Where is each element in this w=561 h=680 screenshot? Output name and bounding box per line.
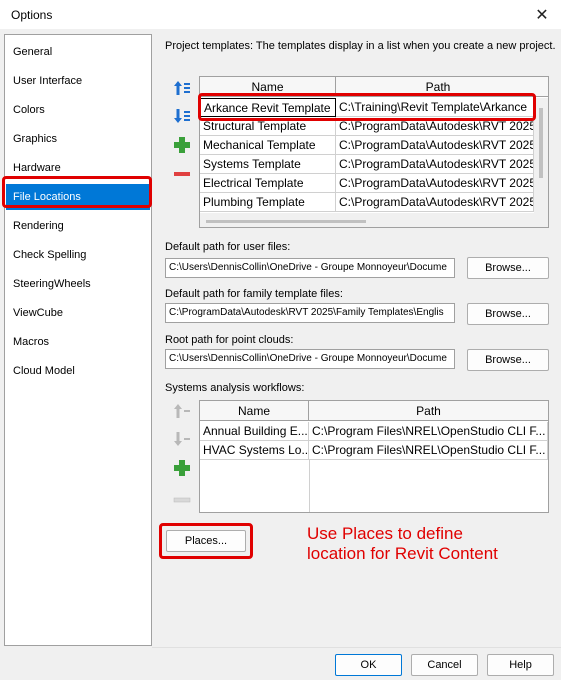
template-path[interactable]: C:\ProgramData\Autodesk\RVT 2025 xyxy=(336,174,534,193)
workflow-name[interactable]: Annual Building E... xyxy=(200,422,309,441)
add-icon[interactable] xyxy=(172,135,192,155)
template-path[interactable]: C:\ProgramData\Autodesk\RVT 2025 xyxy=(336,136,534,155)
table-row[interactable]: Arkance Revit Template C:\Training\Revit… xyxy=(200,98,548,117)
browse-point-clouds-button[interactable]: Browse... xyxy=(467,349,549,371)
table-row[interactable]: Electrical Template C:\ProgramData\Autod… xyxy=(200,174,548,193)
table-header: Name Path xyxy=(200,401,548,421)
remove-icon[interactable] xyxy=(172,164,192,184)
browse-user-files-button[interactable]: Browse... xyxy=(467,257,549,279)
scrollbar-thumb[interactable] xyxy=(539,108,543,178)
analysis-workflows-label: Systems analysis workflows: xyxy=(165,382,305,394)
sidebar-item-macros[interactable]: Macros xyxy=(6,329,150,355)
footer-divider xyxy=(152,647,561,648)
column-header-name[interactable]: Name xyxy=(200,401,309,421)
template-name[interactable]: Arkance Revit Template xyxy=(200,98,336,117)
ok-button[interactable]: OK xyxy=(335,654,402,676)
sidebar-item-user-interface[interactable]: User Interface xyxy=(6,68,150,94)
sidebar-item-general[interactable]: General xyxy=(6,39,150,65)
template-name[interactable]: Structural Template xyxy=(200,117,336,136)
sidebar-item-rendering[interactable]: Rendering xyxy=(6,213,150,239)
places-button[interactable]: Places... xyxy=(166,530,246,552)
column-header-name[interactable]: Name xyxy=(200,77,336,97)
sidebar-item-check-spelling[interactable]: Check Spelling xyxy=(6,242,150,268)
cancel-button[interactable]: Cancel xyxy=(411,654,478,676)
template-name[interactable]: Systems Template xyxy=(200,155,336,174)
remove-icon xyxy=(172,490,192,510)
family-templates-label: Default path for family template files: xyxy=(165,288,343,300)
sidebar-item-file-locations[interactable]: File Locations xyxy=(6,184,150,210)
workflow-name[interactable]: HVAC Systems Lo... xyxy=(200,441,309,460)
table-row[interactable]: Structural Template C:\ProgramData\Autod… xyxy=(200,117,548,136)
table-header: Name Path xyxy=(200,77,548,97)
workflow-path[interactable]: C:\Program Files\NREL\OpenStudio CLI F..… xyxy=(309,441,548,460)
close-icon[interactable]: ✕ xyxy=(531,4,553,26)
project-templates-label: Project templates: The templates display… xyxy=(165,40,556,52)
options-sidebar: General User Interface Colors Graphics H… xyxy=(4,34,152,646)
template-name[interactable]: Mechanical Template xyxy=(200,136,336,155)
column-divider xyxy=(309,460,310,512)
column-header-path[interactable]: Path xyxy=(309,401,548,421)
user-files-path-input[interactable]: C:\Users\DennisCollin\OneDrive - Groupe … xyxy=(165,258,455,278)
workflow-path[interactable]: C:\Program Files\NREL\OpenStudio CLI F..… xyxy=(309,422,548,441)
sidebar-item-viewcube[interactable]: ViewCube xyxy=(6,300,150,326)
point-clouds-label: Root path for point clouds: xyxy=(165,334,294,346)
browse-family-templates-button[interactable]: Browse... xyxy=(467,303,549,325)
vertical-scrollbar[interactable] xyxy=(534,98,548,227)
sidebar-item-steeringwheels[interactable]: SteeringWheels xyxy=(6,271,150,297)
project-templates-table: Name Path Arkance Revit Template C:\Trai… xyxy=(199,76,549,228)
template-name[interactable]: Electrical Template xyxy=(200,174,336,193)
template-path[interactable]: C:\Training\Revit Template\Arkance xyxy=(336,98,534,117)
add-icon[interactable] xyxy=(172,458,192,478)
scrollbar-thumb[interactable] xyxy=(206,220,366,223)
annotation-text: Use Places to define location for Revit … xyxy=(307,524,498,563)
move-up-icon xyxy=(172,401,192,421)
sidebar-item-graphics[interactable]: Graphics xyxy=(6,126,150,152)
sidebar-item-hardware[interactable]: Hardware xyxy=(6,155,150,181)
template-path[interactable]: C:\ProgramData\Autodesk\RVT 2025 xyxy=(336,193,534,212)
move-down-icon[interactable] xyxy=(172,106,192,126)
dialog-body: General User Interface Colors Graphics H… xyxy=(0,30,561,680)
user-files-label: Default path for user files: xyxy=(165,241,291,253)
title-bar: Options ✕ xyxy=(0,0,561,30)
sidebar-item-cloud-model[interactable]: Cloud Model xyxy=(6,358,150,384)
table-row[interactable]: Annual Building E... C:\Program Files\NR… xyxy=(200,422,548,441)
table-row[interactable]: Systems Template C:\ProgramData\Autodesk… xyxy=(200,155,548,174)
window-title: Options xyxy=(11,8,53,22)
table-row[interactable]: Mechanical Template C:\ProgramData\Autod… xyxy=(200,136,548,155)
template-path[interactable]: C:\ProgramData\Autodesk\RVT 2025 xyxy=(336,117,534,136)
move-down-icon xyxy=(172,429,192,449)
template-name[interactable]: Plumbing Template xyxy=(200,193,336,212)
help-button[interactable]: Help xyxy=(487,654,554,676)
point-clouds-path-input[interactable]: C:\Users\DennisCollin\OneDrive - Groupe … xyxy=(165,349,455,369)
template-path[interactable]: C:\ProgramData\Autodesk\RVT 2025 xyxy=(336,155,534,174)
column-header-path[interactable]: Path xyxy=(336,77,540,97)
table-row[interactable]: Plumbing Template C:\ProgramData\Autodes… xyxy=(200,193,548,212)
move-up-icon[interactable] xyxy=(172,78,192,98)
family-templates-path-input[interactable]: C:\ProgramData\Autodesk\RVT 2025\Family … xyxy=(165,303,455,323)
analysis-workflows-table: Name Path Annual Building E... C:\Progra… xyxy=(199,400,549,513)
horizontal-scrollbar[interactable] xyxy=(200,213,534,227)
sidebar-item-colors[interactable]: Colors xyxy=(6,97,150,123)
table-row[interactable]: HVAC Systems Lo... C:\Program Files\NREL… xyxy=(200,441,548,460)
